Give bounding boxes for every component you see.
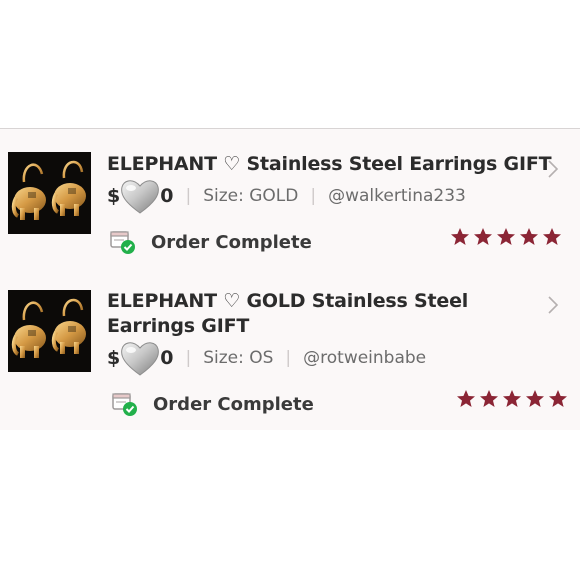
silver-heart-icon <box>121 342 160 376</box>
order-status: Order Complete <box>109 228 312 256</box>
product-title[interactable]: ELEPHANT ♡ GOLD Stainless Steel Earrings… <box>107 289 507 339</box>
order-row[interactable]: ELEPHANT ♡ Stainless Steel Earrings GIFT… <box>0 129 580 269</box>
size-label: Size: OS <box>203 348 274 368</box>
star-icon <box>497 228 515 245</box>
order-row[interactable]: ELEPHANT ♡ GOLD Stainless Steel Earrings… <box>0 269 580 431</box>
order-status-text: Order Complete <box>153 393 314 415</box>
star-rating <box>450 227 562 247</box>
product-thumbnail[interactable] <box>8 290 91 372</box>
star-rating <box>456 389 568 409</box>
star-icon <box>480 390 498 407</box>
chevron-right-icon[interactable] <box>546 158 560 180</box>
star-icon <box>526 390 544 407</box>
order-list: ELEPHANT ♡ Stainless Steel Earrings GIFT… <box>0 128 580 430</box>
screenshot: ELEPHANT ♡ Stainless Steel Earrings GIFT… <box>0 0 580 580</box>
meta-divider: | <box>310 186 317 206</box>
star-icon <box>474 228 492 245</box>
chevron-right-icon[interactable] <box>546 294 560 316</box>
product-title[interactable]: ELEPHANT ♡ Stainless Steel Earrings GIFT <box>107 152 552 177</box>
order-status-text: Order Complete <box>151 231 312 253</box>
order-complete-icon <box>110 231 135 254</box>
star-icon <box>520 228 538 245</box>
price: $ 0 <box>107 176 173 216</box>
silver-heart-icon <box>121 180 160 214</box>
seller-username[interactable]: @walkertina233 <box>328 186 466 206</box>
price: $ 0 <box>107 338 173 378</box>
meta-divider: | <box>185 186 192 206</box>
star-icon <box>457 390 475 407</box>
star-icon <box>503 390 521 407</box>
order-complete-icon <box>112 393 137 416</box>
product-thumbnail[interactable] <box>8 152 91 234</box>
order-status: Order Complete <box>111 390 314 418</box>
star-icon <box>451 228 469 245</box>
seller-username[interactable]: @rotweinbabe <box>303 348 426 368</box>
star-icon <box>549 390 567 407</box>
size-label: Size: GOLD <box>203 186 299 206</box>
order-meta: $ 0 | Size <box>107 342 426 376</box>
order-meta: $ 0 | Size <box>107 180 466 214</box>
star-icon <box>543 228 561 245</box>
meta-divider: | <box>185 348 192 368</box>
meta-divider: | <box>285 348 292 368</box>
